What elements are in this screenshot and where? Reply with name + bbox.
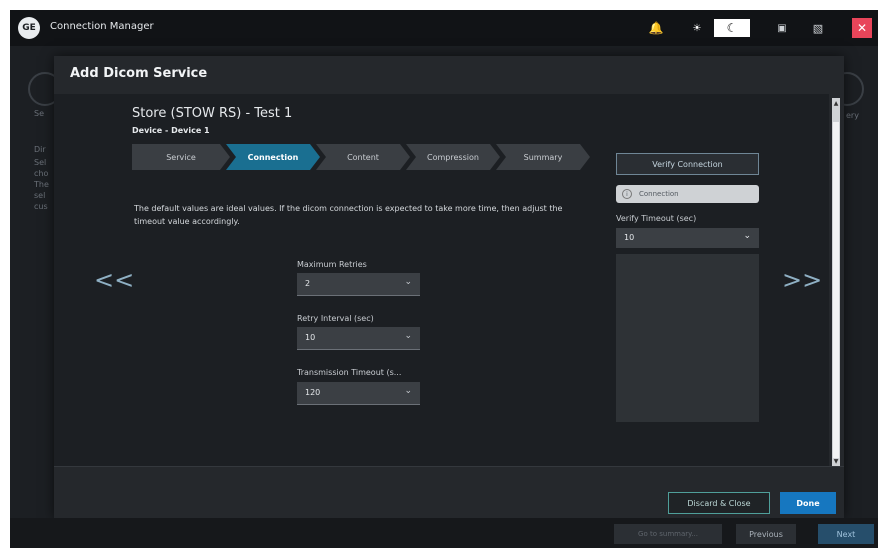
footer-divider [54, 466, 844, 467]
previous-arrow-icon[interactable]: << [94, 266, 134, 294]
background-fragment: Sel [34, 158, 47, 167]
chevron-down-icon: ⌄ [743, 231, 751, 241]
user-icon[interactable]: ▧ [807, 19, 829, 37]
add-dicom-service-dialog: Add Dicom Service ▲ ▼ Store (STOW RS) - … [54, 56, 844, 518]
verify-timeout-value: 10 [624, 233, 635, 242]
scroll-down-icon[interactable]: ▼ [833, 458, 839, 465]
step-compression[interactable]: Compression [406, 144, 500, 170]
close-icon[interactable]: ✕ [852, 18, 872, 38]
title-bar: GE Connection Manager 🔔 ☀ ☾ ▣ ▧ ✕ [10, 10, 878, 46]
verify-timeout-select[interactable]: 10 ⌄ [616, 228, 759, 248]
chevron-down-icon: ⌄ [404, 331, 412, 341]
max-retries-select[interactable]: 2 ⌄ [297, 273, 420, 296]
verify-connection-button[interactable]: Verify Connection [616, 153, 759, 175]
sun-icon[interactable]: ☀ [688, 19, 706, 37]
max-retries-label: Maximum Retries [297, 260, 367, 269]
background-fragment: sel [34, 191, 46, 200]
retry-interval-select[interactable]: 10 ⌄ [297, 327, 420, 350]
bottom-bar-field[interactable]: Go to summary... [614, 524, 722, 544]
background-fragment: Se [34, 109, 44, 118]
app-title: Connection Manager [50, 21, 154, 32]
discard-close-button[interactable]: Discard & Close [668, 492, 770, 514]
verify-timeout-label: Verify Timeout (sec) [616, 214, 697, 223]
done-button[interactable]: Done [780, 492, 836, 514]
background-fragment: cho [34, 169, 49, 178]
next-button[interactable]: Next [818, 524, 874, 544]
device-name: Device - Device 1 [132, 126, 210, 135]
chevron-down-icon: ⌄ [404, 277, 412, 287]
bell-icon[interactable]: 🔔 [647, 19, 665, 37]
chevron-down-icon: ⌄ [404, 386, 412, 396]
service-name: Store (STOW RS) - Test 1 [132, 106, 293, 121]
transmission-timeout-label: Transmission Timeout (s... [297, 368, 402, 377]
previous-button[interactable]: Previous [736, 524, 796, 544]
step-connection[interactable]: Connection [226, 144, 320, 170]
transmission-timeout-value: 120 [305, 388, 321, 397]
step-content[interactable]: Content [316, 144, 410, 170]
background-fragment: ery [846, 111, 859, 120]
info-text: The default values are ideal values. If … [134, 204, 563, 226]
moon-icon[interactable]: ☾ [714, 19, 750, 37]
background-fragment: The [34, 180, 49, 189]
background-fragment: Dir [34, 145, 46, 154]
step-service[interactable]: Service [132, 144, 230, 170]
ge-logo: GE [18, 17, 40, 39]
retry-interval-value: 10 [305, 333, 316, 342]
app-window: GE Connection Manager 🔔 ☀ ☾ ▣ ▧ ✕ Se Dir… [10, 10, 878, 548]
dialog-title: Add Dicom Service [70, 66, 208, 81]
monitor-icon[interactable]: ▣ [772, 19, 792, 37]
connection-status-label: Connection [639, 190, 679, 198]
step-summary[interactable]: Summary [496, 144, 590, 170]
retry-interval-label: Retry Interval (sec) [297, 314, 374, 323]
verify-result-panel [616, 254, 759, 422]
wizard-steps: Service Connection Content Compression S… [132, 144, 592, 170]
info-icon: i [622, 189, 632, 199]
background-fragment: cus [34, 202, 48, 211]
next-arrow-icon[interactable]: >> [782, 266, 822, 294]
scrollbar-thumb[interactable] [833, 122, 839, 458]
transmission-timeout-select[interactable]: 120 ⌄ [297, 382, 420, 405]
connection-status: i Connection [616, 185, 759, 203]
max-retries-value: 2 [305, 279, 311, 288]
scroll-up-icon[interactable]: ▲ [833, 100, 839, 107]
